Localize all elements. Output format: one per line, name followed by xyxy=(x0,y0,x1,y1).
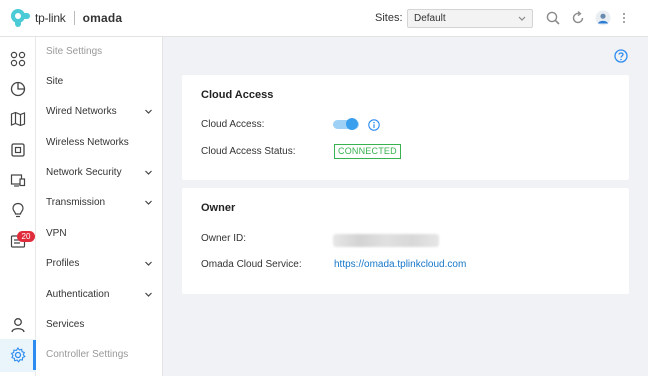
map-icon[interactable] xyxy=(9,110,27,128)
top-header: tp-link omada Sites: Default xyxy=(0,0,648,37)
owner-id-value-redacted xyxy=(333,234,439,247)
menu-item-label: Authentication xyxy=(46,289,110,300)
settings-icon[interactable] xyxy=(9,346,27,364)
menu-item-wireless-networks[interactable]: Wireless Networks xyxy=(36,128,162,158)
omada-cloud-service-label: Omada Cloud Service: xyxy=(201,259,302,270)
sites-select-value: Default xyxy=(414,13,446,24)
insight-icon[interactable] xyxy=(9,171,27,189)
menu-item-vpn[interactable]: VPN xyxy=(36,219,162,249)
site-settings-menu: Site Settings Site Wired Networks Wirele… xyxy=(33,37,163,376)
cloud-access-label: Cloud Access: xyxy=(201,119,265,130)
menu-item-label: Site xyxy=(46,76,64,87)
tp-link-logo-icon xyxy=(11,9,30,27)
brand-logo[interactable]: tp-link omada xyxy=(10,8,122,28)
menu-item-profiles[interactable]: Profiles xyxy=(36,249,162,279)
menu-item-label: Controller Settings xyxy=(46,349,129,360)
brand-tplink-text: tp-link xyxy=(35,11,66,25)
menu-item-label: Network Security xyxy=(46,167,122,178)
chevron-down-icon xyxy=(145,109,152,114)
sites-label: Sites: xyxy=(375,12,403,24)
menu-item-site[interactable]: Site xyxy=(36,67,162,97)
brand-separator xyxy=(73,11,75,25)
menu-item-label: Wireless Networks xyxy=(46,137,129,148)
card-title: Cloud Access xyxy=(201,89,274,101)
menu-title: Site Settings xyxy=(46,46,103,57)
sites-select[interactable]: Default xyxy=(407,9,533,28)
statistics-icon[interactable] xyxy=(9,80,27,98)
chevron-down-icon xyxy=(145,261,152,266)
search-icon[interactable] xyxy=(545,10,561,26)
menu-item-network-security[interactable]: Network Security xyxy=(36,158,162,188)
chevron-down-icon xyxy=(145,170,152,175)
chevron-down-icon xyxy=(145,292,152,297)
menu-item-wired-networks[interactable]: Wired Networks xyxy=(36,97,162,127)
omada-cloud-service-link[interactable]: https://omada.tplinkcloud.com xyxy=(334,259,466,270)
menu-item-controller-settings[interactable]: Controller Settings xyxy=(33,340,162,370)
menu-item-label: VPN xyxy=(46,228,67,239)
menu-item-label: Services xyxy=(46,319,85,330)
menu-item-transmission[interactable]: Transmission xyxy=(36,188,162,218)
dashboard-icon[interactable] xyxy=(9,50,27,68)
menu-item-services[interactable]: Services xyxy=(36,310,162,340)
chevron-down-icon xyxy=(145,200,152,205)
chevron-down-icon xyxy=(518,16,526,21)
help-icon[interactable] xyxy=(614,49,628,63)
refresh-icon[interactable] xyxy=(570,10,586,26)
account-icon[interactable] xyxy=(9,316,27,334)
menu-item-authentication[interactable]: Authentication xyxy=(36,280,162,310)
logs-icon[interactable] xyxy=(9,201,27,219)
brand-omada-text: omada xyxy=(82,11,123,25)
owner-id-label: Owner ID: xyxy=(201,233,247,244)
menu-item-label: Wired Networks xyxy=(46,106,117,117)
owner-card: Owner Owner ID: Omada Cloud Service: htt… xyxy=(182,188,629,294)
info-icon[interactable] xyxy=(368,119,380,131)
menu-item-label: Transmission xyxy=(46,197,106,208)
user-avatar-icon[interactable] xyxy=(595,10,611,26)
cloud-access-card: Cloud Access Cloud Access: Cloud Access … xyxy=(182,75,629,180)
more-vertical-icon[interactable] xyxy=(620,10,628,26)
card-title: Owner xyxy=(201,202,236,214)
toggle-knob xyxy=(346,118,358,130)
cloud-access-status-label: Cloud Access Status: xyxy=(201,146,296,157)
nav-rail: 20 xyxy=(0,37,36,376)
devices-icon[interactable] xyxy=(9,141,27,159)
active-indicator xyxy=(33,340,36,370)
cloud-access-toggle[interactable] xyxy=(333,118,359,130)
notifications-badge: 20 xyxy=(17,231,35,242)
menu-item-label: Profiles xyxy=(46,258,80,269)
status-badge: CONNECTED xyxy=(334,144,401,159)
